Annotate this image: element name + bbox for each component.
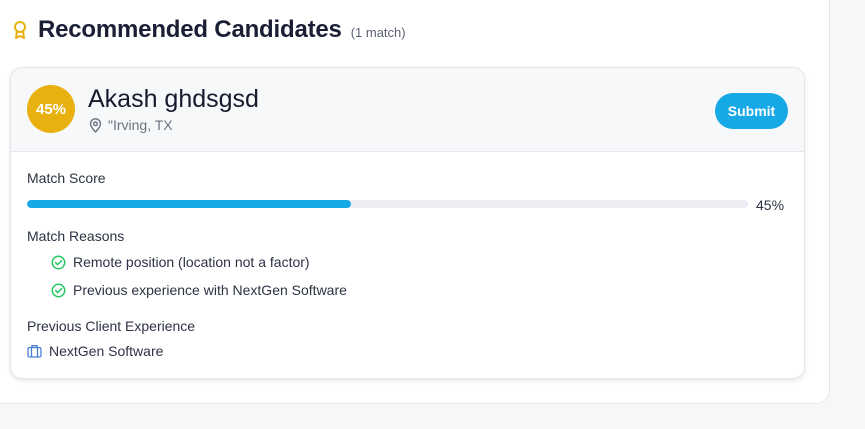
match-reason-item: Previous experience with NextGen Softwar… bbox=[51, 282, 347, 298]
location-text: "Irving, TX bbox=[108, 117, 173, 133]
match-reason-text: Previous experience with NextGen Softwar… bbox=[73, 282, 347, 298]
submit-button[interactable]: Submit bbox=[715, 93, 788, 129]
briefcase-icon bbox=[27, 344, 42, 358]
match-score-percent: 45% bbox=[756, 197, 785, 213]
previous-client-label: Previous Client Experience bbox=[27, 318, 196, 334]
map-pin-icon bbox=[89, 117, 102, 133]
check-circle-icon bbox=[51, 255, 66, 270]
match-score-badge: 45% bbox=[27, 85, 75, 133]
match-reason-item: Remote position (location not a factor) bbox=[51, 254, 310, 270]
candidate-card: 45% Akash ghdsgsd "Irving, TX Submit Mat… bbox=[10, 67, 805, 379]
previous-client-item: NextGen Software bbox=[27, 343, 163, 359]
match-score-label: Match Score bbox=[27, 170, 106, 186]
section-title: Recommended Candidates bbox=[38, 16, 342, 43]
candidate-card-header: 45% Akash ghdsgsd "Irving, TX Submit bbox=[11, 68, 804, 152]
section-header: Recommended Candidates (1 match) bbox=[12, 16, 406, 44]
previous-client-text: NextGen Software bbox=[49, 343, 164, 359]
candidate-name: Akash ghdsgsd bbox=[88, 85, 259, 113]
check-circle-icon bbox=[51, 283, 66, 298]
match-reasons-label: Match Reasons bbox=[27, 228, 125, 244]
award-icon bbox=[12, 20, 28, 40]
candidate-location: "Irving, TX bbox=[89, 117, 173, 133]
match-score-progress-fill bbox=[27, 200, 352, 208]
match-reason-text: Remote position (location not a factor) bbox=[73, 254, 310, 270]
match-count: (1 match) bbox=[350, 24, 406, 40]
match-score-progress-bar bbox=[27, 200, 748, 208]
